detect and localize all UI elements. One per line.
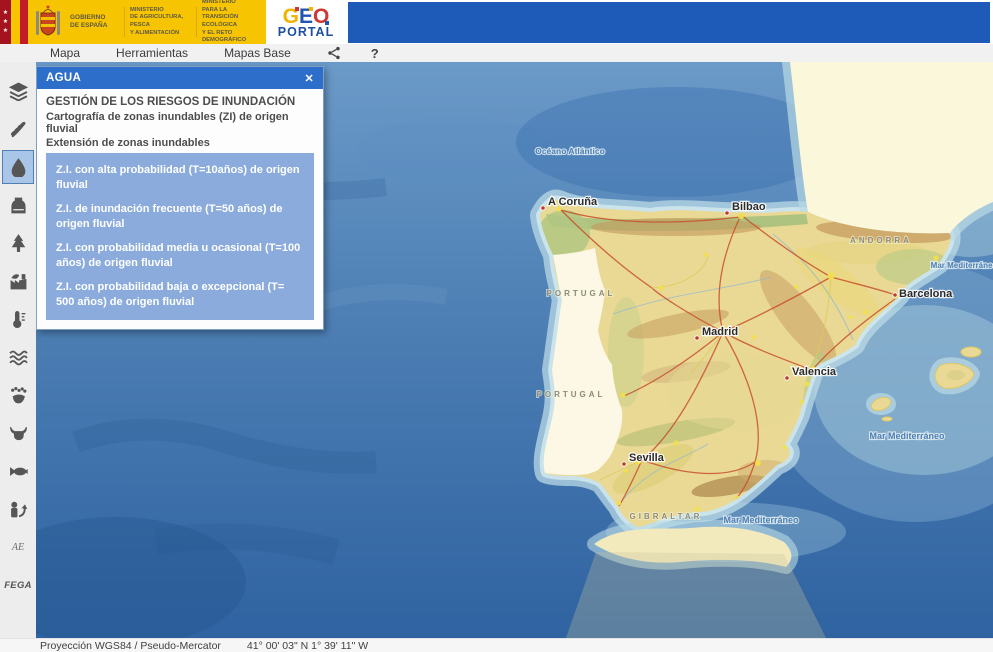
app-header: ★★★ GOBIERNO DE ESPAÑA: [0, 0, 993, 44]
header-divider: [124, 7, 125, 37]
fishing-icon: [9, 462, 28, 481]
agrifood-industry-icon: [9, 272, 28, 291]
region-label: PORTUGAL: [547, 289, 616, 298]
sidebar-item-fishing[interactable]: [2, 454, 34, 488]
france-land: [790, 62, 993, 233]
layer-item-t10[interactable]: Z.I. con alta probabilidad (T=10años) de…: [56, 163, 304, 192]
climate-icon: [9, 310, 28, 329]
layer-item-t100[interactable]: Z.I. con probabilidad media u ocasional …: [56, 241, 304, 270]
geoportal-logo[interactable]: GEO PORTAL: [266, 0, 346, 44]
sea-label: Mar Mediterráneo: [869, 431, 945, 441]
city-label: Valencia: [792, 366, 837, 378]
status-bar: Proyección WGS84 / Pseudo-Mercator 41° 0…: [0, 638, 993, 652]
flood-layer-list: Z.I. con alta probabilidad (T=10años) de…: [46, 153, 314, 320]
ministry-transicion: MINISTERIO PARA LA TRANSICIÓN ECOLÓGICA …: [199, 0, 266, 44]
menu-mapa[interactable]: Mapa: [50, 46, 80, 60]
coat-of-arms: [28, 0, 68, 44]
menu-bar: Mapa Herramientas Mapas Base ?: [0, 44, 993, 62]
help-button[interactable]: ?: [371, 46, 379, 61]
government-banner: ★★★ GOBIERNO DE ESPAÑA: [0, 0, 346, 44]
sidebar-item-agrifood-industry[interactable]: [2, 264, 34, 298]
ae-label: AE: [12, 542, 24, 553]
map-canvas[interactable]: Océano Atlántico Mar Mediterráneo Mar Me…: [36, 62, 993, 638]
share-button[interactable]: [327, 46, 341, 60]
sea-waves-icon: [9, 348, 28, 367]
region-label: GIBRALTAR: [630, 512, 703, 521]
sidebar-item-layers[interactable]: [2, 74, 34, 108]
agua-panel: AGUA ✕ GESTIÓN DE LOS RIESGOS DE INUNDAC…: [36, 66, 324, 330]
projection-label: Proyección WGS84 / Pseudo-Mercator: [40, 640, 221, 652]
sidebar-item-seeds[interactable]: [2, 378, 34, 412]
sidebar-item-climate[interactable]: [2, 302, 34, 336]
sidebar-item-forestry[interactable]: [2, 226, 34, 260]
gobierno-line: DE ESPAÑA: [70, 22, 122, 30]
panel-title: AGUA: [46, 72, 81, 84]
city-label: Bilbao: [732, 201, 766, 213]
sidebar-item-agriculture[interactable]: [2, 112, 34, 146]
sidebar-item-fega[interactable]: FEGA: [2, 568, 34, 602]
menu-mapas-base[interactable]: Mapas Base: [224, 46, 291, 60]
region-label: PORTUGAL: [537, 390, 606, 399]
sea-label: Océano Atlántico: [535, 146, 605, 156]
seeds-icon: [9, 386, 28, 405]
forest-icon: [9, 234, 28, 253]
panel-heading: GESTIÓN DE LOS RIESGOS DE INUNDACIÓN: [46, 96, 314, 108]
theme-sidebar: AE FEGA: [0, 62, 36, 638]
cursor-coordinates: 41° 00' 03" N 1° 39' 11" W: [247, 640, 368, 652]
livestock-icon: [9, 196, 28, 215]
ministry-agricultura: MINISTERIO DE AGRICULTURA, PESCA Y ALIME…: [127, 0, 194, 44]
spain-flag: ★★★: [0, 0, 28, 44]
sea-label: Mar Mediterráneo: [931, 261, 993, 270]
city-label: Madrid: [702, 326, 738, 338]
sidebar-item-rural-development[interactable]: [2, 492, 34, 526]
layer-item-t500[interactable]: Z.I. con probabilidad baja o excepcional…: [56, 280, 304, 309]
city-label: Barcelona: [899, 288, 953, 300]
rural-development-icon: [9, 500, 28, 519]
agua-panel-header[interactable]: AGUA ✕: [37, 67, 323, 89]
sidebar-item-bovine[interactable]: [2, 416, 34, 450]
layer-item-t50[interactable]: Z.I. de inundación frecuente (T=50 años)…: [56, 202, 304, 231]
city-label: Sevilla: [629, 452, 665, 464]
sidebar-item-water[interactable]: [2, 150, 34, 184]
bovine-icon: [9, 424, 28, 443]
sidebar-item-marine[interactable]: [2, 340, 34, 374]
layers-icon: [9, 82, 28, 101]
close-icon[interactable]: ✕: [304, 72, 314, 85]
gobierno-line: GOBIERNO: [70, 14, 122, 22]
crops-icon: [9, 120, 28, 139]
sea-label: Mar Mediterráneo: [723, 515, 799, 525]
region-label: ANDORRA: [850, 236, 912, 245]
menu-herramientas[interactable]: Herramientas: [116, 46, 188, 60]
fega-label: FEGA: [4, 580, 32, 591]
header-blue-bar: [348, 2, 990, 43]
geoportal-app: ★★★ GOBIERNO DE ESPAÑA: [0, 0, 993, 652]
panel-subheading: Cartografía de zonas inundables (ZI) de …: [46, 111, 314, 135]
sidebar-item-ae[interactable]: AE: [2, 530, 34, 564]
header-divider: [196, 7, 197, 37]
share-icon: [327, 46, 341, 60]
panel-group-label: Extensión de zonas inundables: [46, 137, 314, 149]
sidebar-item-livestock[interactable]: [2, 188, 34, 222]
agua-panel-body: GESTIÓN DE LOS RIESGOS DE INUNDACIÓN Car…: [37, 89, 323, 329]
city-label: A Coruña: [548, 196, 598, 208]
gobierno-logo: GOBIERNO DE ESPAÑA: [68, 0, 122, 44]
water-drop-icon: [9, 158, 28, 177]
flag-stars-stripe: ★★★: [0, 0, 11, 44]
geo-wordmark: GEO: [283, 6, 330, 27]
